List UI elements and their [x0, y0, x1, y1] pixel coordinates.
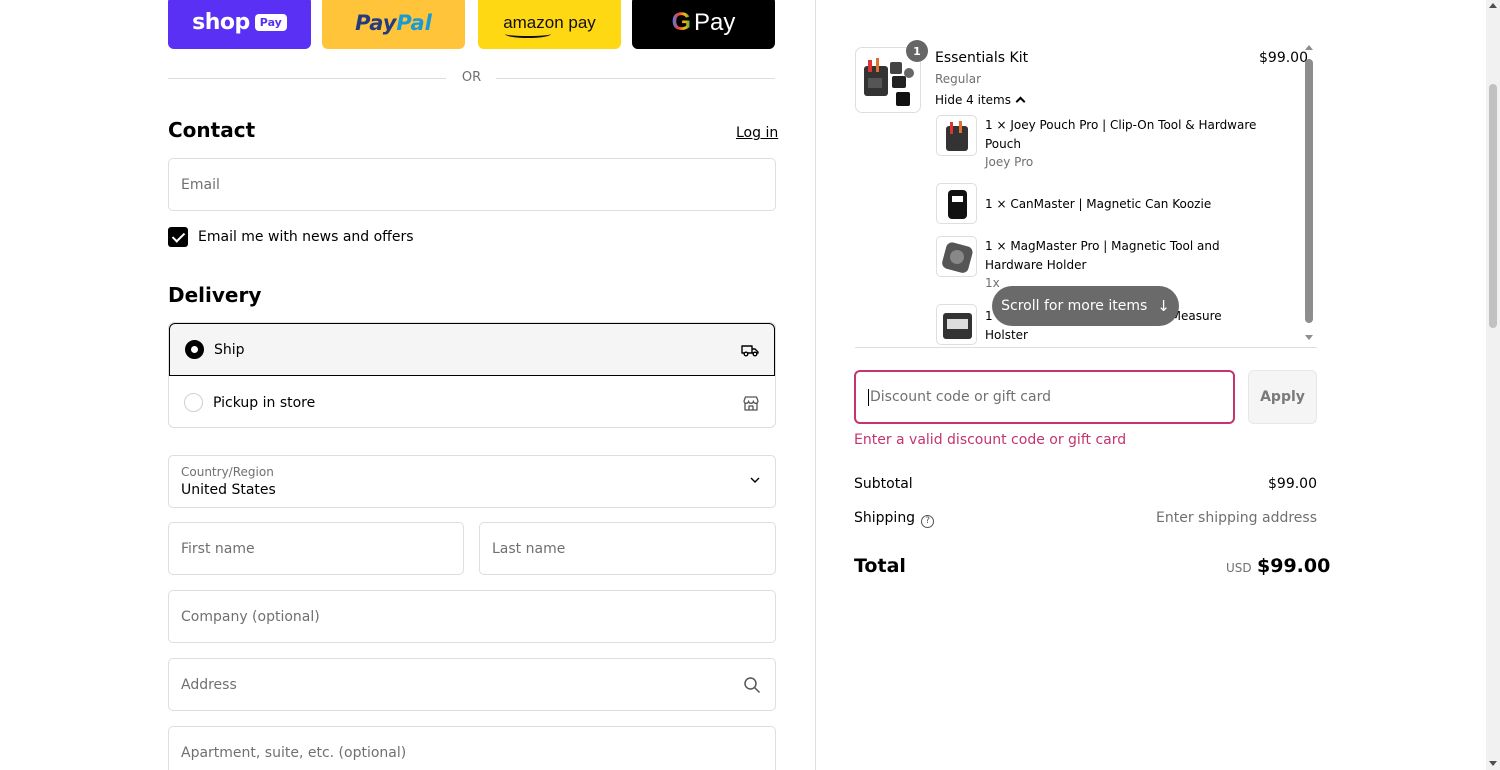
shipping-row: Shipping? [854, 510, 935, 528]
quantity-badge: 1 [906, 40, 928, 62]
order-list-scrollbar[interactable] [1304, 45, 1314, 345]
subtotal-label: Subtotal [854, 476, 913, 492]
company-field[interactable]: Company (optional) [168, 590, 776, 643]
country-label: Country/Region [181, 465, 274, 479]
first-name-field[interactable]: First name [168, 522, 464, 575]
scroll-down-arrow[interactable] [1305, 335, 1313, 340]
text-cursor [868, 388, 869, 406]
truck-icon [741, 344, 759, 356]
bundle-item-thumbnail [936, 115, 977, 156]
chevron-down-icon [750, 477, 760, 483]
paypal-logo: PayPal [355, 10, 432, 35]
login-link[interactable]: Log in [736, 125, 778, 141]
bundle-item-thumbnail [936, 183, 977, 224]
newsletter-checkbox[interactable] [168, 227, 188, 247]
or-separator: OR [168, 70, 775, 86]
bundle-item-variant: 1x [985, 276, 1000, 290]
page-scrollbar[interactable] [1486, 0, 1500, 770]
newsletter-label: Email me with news and offers [198, 229, 414, 245]
country-value: United States [181, 482, 276, 498]
hide-items-toggle[interactable]: Hide 4 items [935, 93, 1026, 107]
scroll-more-items-button[interactable]: Scroll for more items ↓ [992, 286, 1179, 326]
first-name-placeholder: First name [181, 540, 255, 557]
total-label: Total [854, 555, 906, 577]
store-icon [743, 395, 759, 411]
delivery-option-pickup[interactable]: Pickup in store [169, 376, 775, 427]
delivery-option-ship[interactable]: Ship [169, 323, 775, 376]
shop-pay-pill: Pay [254, 14, 287, 31]
chevron-up-icon [1015, 96, 1026, 107]
last-name-placeholder: Last name [492, 540, 566, 557]
delivery-heading: Delivery [168, 283, 262, 307]
hide-items-label: Hide 4 items [935, 93, 1011, 107]
page-scroll-down-arrow[interactable] [1489, 761, 1497, 766]
delivery-method-group: Ship Pickup in store [168, 322, 776, 428]
google-pay-button[interactable]: G Pay [632, 0, 775, 49]
ship-radio[interactable] [185, 340, 204, 359]
bundle-item-thumbnail [936, 304, 977, 345]
last-name-field[interactable]: Last name [479, 522, 776, 575]
shipping-value: Enter shipping address [1156, 510, 1317, 526]
apartment-placeholder: Apartment, suite, etc. (optional) [181, 744, 407, 761]
email-placeholder: Email [181, 176, 220, 193]
scroll-up-arrow[interactable] [1305, 45, 1313, 50]
shipping-label: Shipping [854, 510, 916, 526]
shop-pay-logo: shop [192, 10, 250, 35]
google-pay-logo: G Pay [671, 8, 736, 36]
order-item-variant: Regular [935, 72, 982, 86]
shop-pay-button[interactable]: shop Pay [168, 0, 311, 49]
total-currency: USD [1226, 561, 1252, 575]
country-select[interactable]: Country/Region United States [168, 455, 776, 508]
contact-heading: Contact [168, 118, 256, 142]
bundle-item-variant: Joey Pro [985, 155, 1034, 169]
discount-placeholder: Discount code or gift card [870, 389, 1051, 405]
apply-discount-button[interactable]: Apply [1248, 370, 1317, 424]
pickup-radio[interactable] [184, 393, 203, 412]
ship-label: Ship [214, 341, 245, 358]
amazon-pay-button[interactable]: amazon pay [478, 0, 621, 49]
discount-code-input[interactable]: Discount code or gift card [854, 370, 1235, 424]
order-item-title: Essentials Kit [935, 50, 1029, 66]
amazon-pay-logo: amazon pay [503, 13, 596, 38]
page-scroll-thumb[interactable] [1489, 84, 1497, 328]
company-placeholder: Company (optional) [181, 608, 320, 625]
subtotal-value: $99.00 [1268, 476, 1317, 492]
address-placeholder: Address [181, 676, 237, 693]
arrow-down-icon: ↓ [1157, 297, 1170, 315]
address-field[interactable]: Address [168, 658, 776, 711]
scroll-hint-label: Scroll for more items [1001, 298, 1148, 314]
order-list-scroll-thumb[interactable] [1305, 59, 1313, 323]
bundle-item: 1 × Joey Pouch Pro | Clip-On Tool & Hard… [985, 118, 1257, 151]
help-icon[interactable]: ? [921, 515, 935, 528]
apartment-field[interactable]: Apartment, suite, etc. (optional) [168, 726, 776, 770]
email-field[interactable]: Email [168, 158, 776, 211]
bundle-item: 1 × MagMaster Pro | Magnetic Tool and Ha… [985, 239, 1220, 272]
discount-error-message: Enter a valid discount code or gift card [854, 432, 1127, 448]
bundle-item-thumbnail [936, 236, 977, 277]
paypal-button[interactable]: PayPal [322, 0, 465, 49]
order-list-divider [855, 347, 1317, 348]
total-value: $99.00 [1257, 555, 1331, 577]
search-icon[interactable] [743, 676, 761, 694]
bundle-item: 1 × CanMaster | Magnetic Can Koozie [985, 197, 1212, 211]
or-label: OR [461, 70, 482, 85]
order-item-price: $99.00 [1259, 50, 1308, 66]
page-scroll-up-arrow[interactable] [1489, 3, 1497, 8]
pickup-label: Pickup in store [213, 394, 316, 411]
